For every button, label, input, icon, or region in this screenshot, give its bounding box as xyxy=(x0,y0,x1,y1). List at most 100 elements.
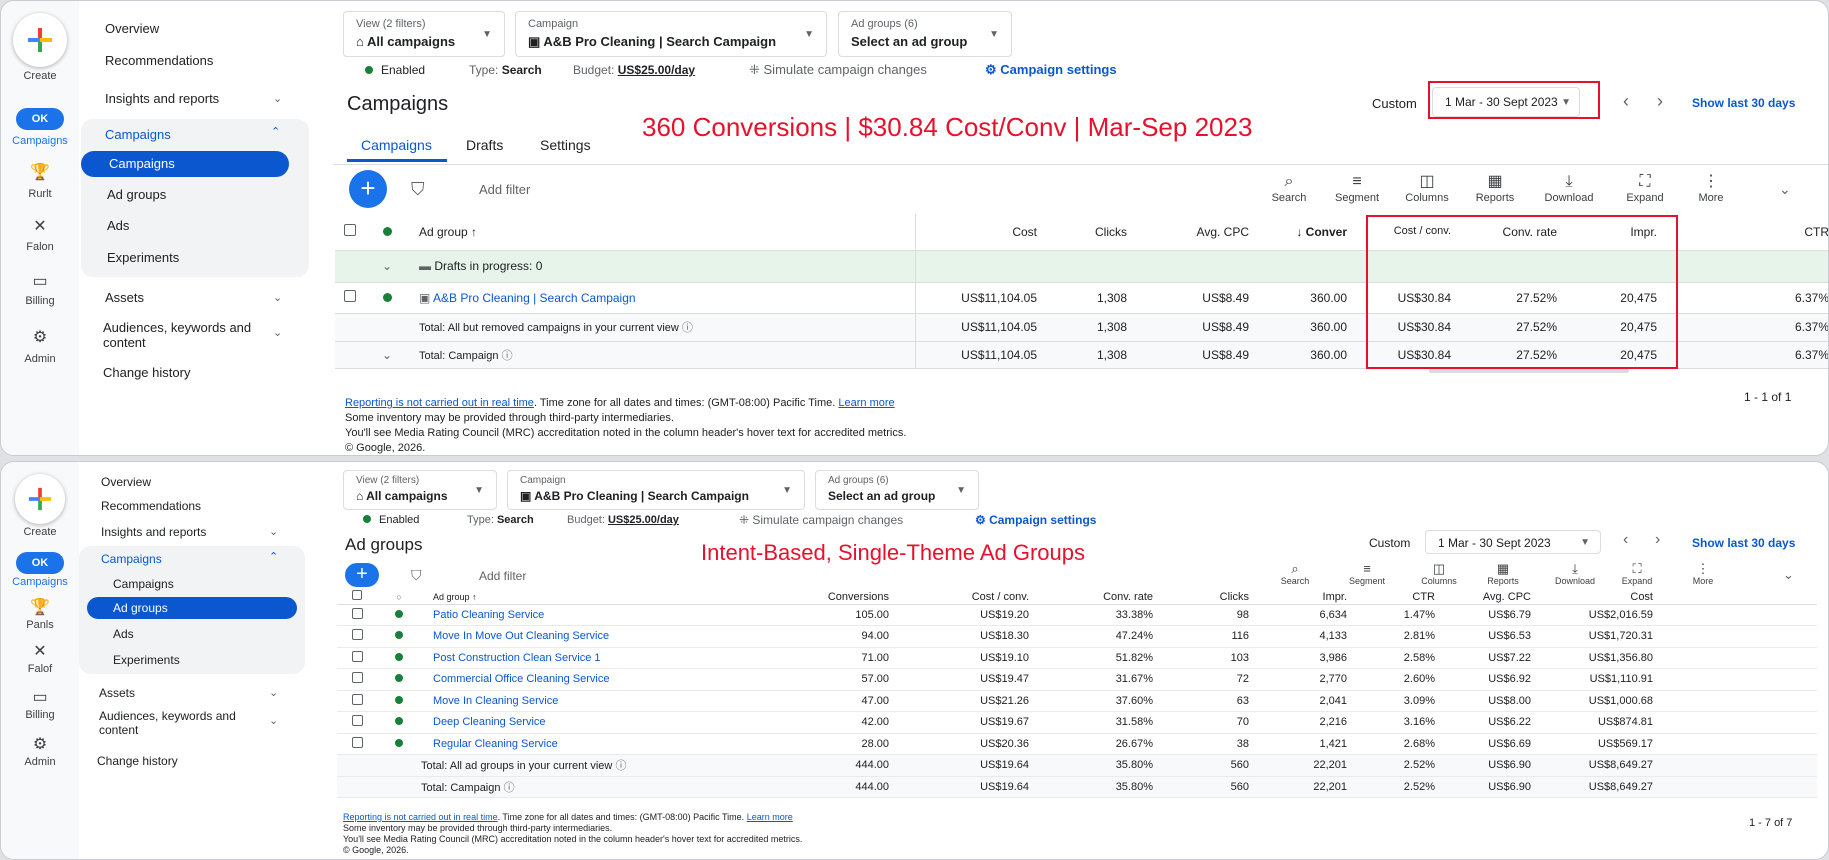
tools-icon[interactable]: ✕ xyxy=(25,642,55,662)
adgroups-dropdown[interactable]: Ad groups (6) Select an ad group ▼ xyxy=(838,11,1012,57)
row-checkbox[interactable] xyxy=(337,669,377,691)
col-cost[interactable]: Cost xyxy=(1545,590,1667,604)
view-filter-dropdown[interactable]: View (2 filters) ⌂ All campaigns ▼ xyxy=(343,470,497,510)
table-row[interactable]: Regular Cleaning Service 28.00 US$20.36 26.… xyxy=(337,733,1817,755)
tab-campaigns[interactable]: Campaigns xyxy=(361,137,432,153)
prev-period-icon[interactable]: ‹ xyxy=(1623,91,1629,112)
collapse-chevron-icon[interactable]: ⌄ xyxy=(1783,567,1794,583)
campaign-budget[interactable]: Budget: US$25.00/day xyxy=(567,514,679,526)
col-ctr[interactable]: CTR xyxy=(1671,214,1828,250)
billing-icon[interactable]: ▭ xyxy=(25,688,55,708)
tool-download[interactable]: ⤓ Download xyxy=(1537,172,1601,204)
gear-icon[interactable]: ⚙ xyxy=(25,735,55,755)
col-conv-rate[interactable]: Conv. rate xyxy=(1043,590,1167,604)
realtime-link[interactable]: Reporting is not carried out in real tim… xyxy=(343,812,498,822)
chevron-down-icon[interactable]: ⌄ xyxy=(269,525,278,538)
nav-campaigns[interactable]: Campaigns xyxy=(113,577,174,591)
tool-segment[interactable]: ≡ Segment xyxy=(1325,172,1389,204)
adgroup-name-link[interactable]: Move In Move Out Cleaning Service xyxy=(421,626,787,648)
tool-segment[interactable]: ≡ Segment xyxy=(1335,561,1399,586)
table-row[interactable]: Move In Cleaning Service 47.00 US$21.26 37.… xyxy=(337,690,1817,712)
nav-assets[interactable]: Assets xyxy=(105,290,144,305)
row-checkbox[interactable] xyxy=(337,626,377,648)
gear-icon[interactable]: ⚙ xyxy=(25,328,55,348)
row-checkbox[interactable] xyxy=(337,647,377,669)
col-ad-group[interactable]: Ad group ↑ xyxy=(421,590,787,604)
add-button[interactable]: + xyxy=(349,170,387,208)
filter-icon[interactable]: ⛉ xyxy=(411,179,425,200)
adgroups-dropdown[interactable]: Ad groups (6) Select an ad group ▼ xyxy=(815,470,979,510)
chevron-down-icon[interactable]: ⌄ xyxy=(269,686,278,699)
prev-period-icon[interactable]: ‹ xyxy=(1623,531,1628,549)
nav-insights[interactable]: Insights and reports xyxy=(105,91,219,106)
col-conversions[interactable]: ↓ Conver xyxy=(1263,214,1361,250)
simulate-link[interactable]: ⁜ Simulate campaign changes xyxy=(749,62,927,78)
table-row[interactable]: Post Construction Clean Service 1 71.00 US… xyxy=(337,647,1817,669)
tool-reports[interactable]: ▦ Reports xyxy=(1463,172,1527,204)
view-filter-dropdown[interactable]: View (2 filters) ⌂ All campaigns ▼ xyxy=(343,11,505,57)
learn-more-link[interactable]: Learn more xyxy=(747,812,793,822)
nav-audiences[interactable]: Audiences, keywords and content xyxy=(103,320,263,350)
nav-recommendations[interactable]: Recommendations xyxy=(101,499,201,513)
nav-overview[interactable]: Overview xyxy=(101,475,151,489)
table-row[interactable]: Deep Cleaning Service 42.00 US$19.67 31.58%… xyxy=(337,712,1817,734)
campaigns-icon[interactable]: OK xyxy=(16,108,64,130)
simulate-link[interactable]: ⁜ Simulate campaign changes xyxy=(739,513,903,527)
col-avg-cpc[interactable]: Avg. CPC xyxy=(1449,590,1545,604)
rail-campaigns-label[interactable]: Campaigns xyxy=(1,576,79,588)
add-filter[interactable]: Add filter xyxy=(479,182,530,197)
table-row[interactable]: Patio Cleaning Service 105.00 US$19.20 33.3… xyxy=(337,604,1817,626)
nav-recommendations[interactable]: Recommendations xyxy=(105,53,213,68)
rail-billing-label[interactable]: Billing xyxy=(1,295,79,307)
show-last-30-link[interactable]: Show last 30 days xyxy=(1692,536,1795,550)
collapse-chevron-icon[interactable]: ⌄ xyxy=(1779,181,1791,198)
col-conversions[interactable]: Conversions xyxy=(787,590,903,604)
rail-admin-label[interactable]: Admin xyxy=(1,756,79,768)
campaigns-icon[interactable]: OK xyxy=(16,552,64,574)
adgroup-name-link[interactable]: Deep Cleaning Service xyxy=(421,712,787,734)
campaign-settings-link[interactable]: ⚙ Campaign settings xyxy=(985,62,1117,78)
campaign-name-link[interactable]: ▣ A&B Pro Cleaning | Search Campaign xyxy=(409,282,915,313)
filter-icon[interactable]: ⛉ xyxy=(411,567,422,584)
expand-drafts-icon[interactable]: ⌄ xyxy=(365,250,409,282)
trophy-icon[interactable]: 🏆 xyxy=(25,163,55,183)
create-button[interactable] xyxy=(15,474,65,524)
col-clicks[interactable]: Clicks xyxy=(1051,214,1141,250)
nav-experiments[interactable]: Experiments xyxy=(107,250,179,265)
next-period-icon[interactable]: › xyxy=(1657,91,1663,112)
billing-icon[interactable]: ▭ xyxy=(25,272,55,292)
tool-expand[interactable]: ⛶ Expand xyxy=(1613,172,1677,204)
rail-tools-label[interactable]: Falof xyxy=(1,663,79,675)
chevron-up-icon[interactable]: ⌃ xyxy=(269,550,278,563)
adgroup-name-link[interactable]: Move In Cleaning Service xyxy=(421,690,787,712)
tools-icon[interactable]: ✕ xyxy=(25,217,55,237)
campaign-dropdown[interactable]: Campaign ▣ A&B Pro Cleaning | Search Cam… xyxy=(515,11,827,57)
col-impr[interactable]: Impr. xyxy=(1263,590,1361,604)
rail-campaigns-label[interactable]: Campaigns xyxy=(1,135,79,147)
table-row[interactable]: Move In Move Out Cleaning Service 94.00 US… xyxy=(337,626,1817,648)
tool-more[interactable]: ⋮ More xyxy=(1671,561,1735,586)
nav-ad-groups[interactable]: Ad groups xyxy=(87,597,297,619)
show-last-30-link[interactable]: Show last 30 days xyxy=(1692,96,1795,110)
chevron-down-icon[interactable]: ⌄ xyxy=(273,92,282,105)
nav-overview[interactable]: Overview xyxy=(105,21,159,36)
row-checkbox[interactable] xyxy=(337,733,377,755)
nav-campaigns-group[interactable]: Campaigns xyxy=(101,552,162,566)
chevron-down-icon[interactable]: ⌄ xyxy=(273,291,282,304)
chevron-down-icon[interactable]: ⌄ xyxy=(273,326,282,339)
col-cost-per-conv[interactable]: Cost / conv. xyxy=(903,590,1043,604)
col-avg-cpc[interactable]: Avg. CPC xyxy=(1141,214,1263,250)
adgroup-name-link[interactable]: Commercial Office Cleaning Service xyxy=(421,669,787,691)
tab-drafts[interactable]: Drafts xyxy=(466,137,503,153)
adgroup-name-link[interactable]: Patio Cleaning Service xyxy=(421,604,787,626)
col-ad-group[interactable]: Ad group ↑ xyxy=(409,214,915,250)
table-row[interactable]: Commercial Office Cleaning Service 57.00 U… xyxy=(337,669,1817,691)
expand-total-icon[interactable]: ⌄ xyxy=(365,341,409,368)
nav-ad-groups[interactable]: Ad groups xyxy=(107,187,166,202)
row-checkbox[interactable] xyxy=(335,282,365,313)
tool-columns[interactable]: ◫ Columns xyxy=(1395,172,1459,204)
select-all-checkbox[interactable] xyxy=(337,590,377,604)
select-all-checkbox[interactable] xyxy=(335,214,365,250)
col-clicks[interactable]: Clicks xyxy=(1167,590,1263,604)
campaign-budget[interactable]: Budget: US$25.00/day xyxy=(573,63,695,77)
